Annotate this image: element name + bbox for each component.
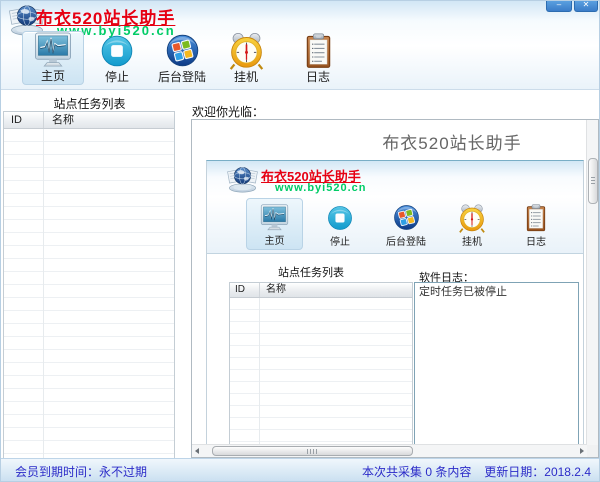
clipboard-log-icon xyxy=(303,31,334,70)
horizontal-scrollbar[interactable] xyxy=(192,444,587,457)
toolbar-button-label: 日志 xyxy=(305,70,330,84)
toolbar-button-label: 停止 xyxy=(104,70,129,84)
home-monitor-icon xyxy=(258,199,291,236)
embedded-toolbar-button-label: 主页 xyxy=(264,236,285,247)
embedded-toolbar-button-idle: 挂机 xyxy=(444,198,500,250)
alarm-clock-icon xyxy=(457,198,487,237)
embedded-app-url-text: www.byi520.cn xyxy=(275,182,367,194)
embedded-app-logo-icon xyxy=(226,165,259,198)
scroll-right-arrow-icon[interactable] xyxy=(575,445,587,456)
embedded-task-list-table: ID 名称 xyxy=(229,282,413,445)
task-table-header: ID 名称 xyxy=(4,112,174,129)
windows-login-icon xyxy=(392,198,421,237)
clipboard-log-icon xyxy=(524,198,548,237)
toolbar-button-home[interactable]: 主页 xyxy=(22,31,84,85)
toolbar-button-backend-login[interactable]: 后台登陆 xyxy=(152,31,212,85)
close-button[interactable]: ✕ xyxy=(574,1,598,12)
task-list-title: 站点任务列表 xyxy=(53,97,126,111)
embedded-toolbar-button-stop: 停止 xyxy=(312,198,368,250)
embedded-log-entry: 定时任务已被停止 xyxy=(419,286,507,298)
horizontal-scrollbar-thumb[interactable] xyxy=(212,446,413,456)
embedded-toolbar-button-label: 后台登陆 xyxy=(386,237,426,248)
windows-login-icon xyxy=(164,31,201,70)
column-header-name[interactable]: 名称 xyxy=(44,112,74,128)
toolbar-button-label: 挂机 xyxy=(233,70,258,84)
embedded-column-header-name: 名称 xyxy=(266,284,286,295)
member-expiry-text: 会员到期时间：永不过期 xyxy=(15,465,148,479)
status-bar: 会员到期时间：永不过期 本次共采集 0 条内容 更新日期：2018.2.4 xyxy=(1,458,599,481)
embedded-toolbar-button-log: 日志 xyxy=(508,198,564,250)
toolbar-button-log[interactable]: 日志 xyxy=(290,31,346,85)
vertical-scrollbar[interactable] xyxy=(586,120,598,445)
home-monitor-icon xyxy=(31,32,75,69)
embedded-title-toolbar-area: 布衣520站长助手 www.byi520.cn 主页 停止 后台登陆 挂机 日志 xyxy=(207,161,583,254)
stop-icon xyxy=(326,198,354,237)
minimize-button[interactable]: – xyxy=(546,1,572,12)
welcome-label: 欢迎你光临： xyxy=(192,105,265,119)
scroll-left-arrow-icon[interactable] xyxy=(192,445,204,456)
column-header-id[interactable]: ID xyxy=(4,112,44,128)
toolbar-button-label: 主页 xyxy=(40,69,65,83)
toolbar-button-stop[interactable]: 停止 xyxy=(89,31,145,85)
task-list-table[interactable]: ID 名称 xyxy=(3,111,175,459)
embedded-log-box: 定时任务已被停止 xyxy=(414,282,579,445)
welcome-webview[interactable]: 布衣520站长助手 布衣520站长助手 www.byi520.cn 主页 停止 xyxy=(191,119,599,458)
alarm-clock-icon xyxy=(227,31,266,70)
scrollbar-grip-icon xyxy=(591,177,595,185)
scrollbar-corner xyxy=(587,445,598,457)
embedded-toolbar-button-label: 挂机 xyxy=(462,237,482,248)
collected-count-text: 本次共采集 0 条内容 xyxy=(362,465,472,479)
embedded-task-table-body xyxy=(230,298,412,445)
embedded-toolbar-button-home: 主页 xyxy=(246,198,303,250)
task-table-body[interactable] xyxy=(4,129,174,458)
embedded-app-screenshot: 布衣520站长助手 www.byi520.cn 主页 停止 后台登陆 挂机 日志… xyxy=(206,160,584,445)
embedded-task-table-header: ID 名称 xyxy=(230,283,412,298)
title-toolbar-area: 布衣520站长助手 www.byi520.cn – ✕ 主页 停止 后台登陆 挂… xyxy=(1,1,599,90)
stop-icon xyxy=(99,31,135,70)
embedded-task-list-title: 站点任务列表 xyxy=(278,267,344,279)
embedded-toolbar-button-label: 日志 xyxy=(526,237,546,248)
scrollbar-grip-icon xyxy=(307,449,317,454)
embedded-column-header-id: ID xyxy=(230,283,260,297)
toolbar-button-label: 后台登陆 xyxy=(157,70,206,84)
page-heading: 布衣520站长助手 xyxy=(382,134,522,153)
embedded-toolbar-button-backend-login: 后台登陆 xyxy=(376,198,436,250)
embedded-toolbar-button-label: 停止 xyxy=(330,237,350,248)
vertical-scrollbar-thumb[interactable] xyxy=(588,158,598,204)
toolbar-button-idle[interactable]: 挂机 xyxy=(218,31,274,85)
app-window: 布衣520站长助手 www.byi520.cn – ✕ 主页 停止 后台登陆 挂… xyxy=(0,0,600,482)
update-date-text: 更新日期：2018.2.4 xyxy=(484,465,591,479)
